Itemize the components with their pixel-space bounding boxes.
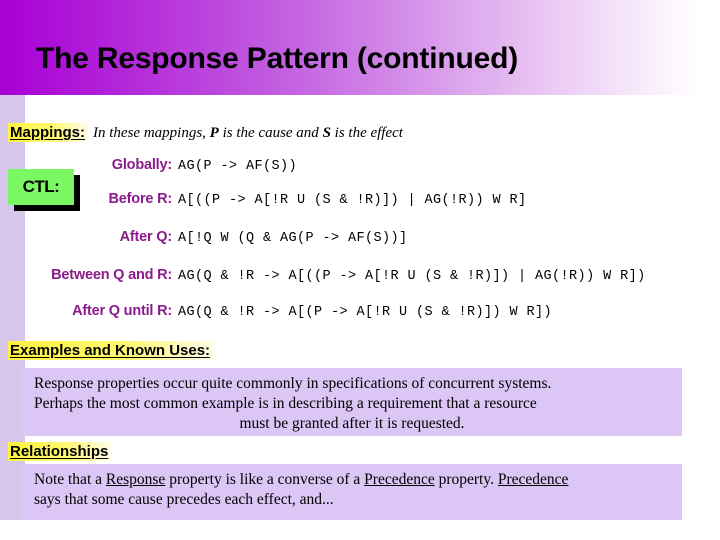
- mapping-row-after-q-until-r: After Q until R: AG(Q & !R -> A[(P -> A[…: [0, 303, 720, 327]
- precedence-link-2[interactable]: Precedence: [498, 471, 569, 488]
- precedence-link-1[interactable]: Precedence: [364, 471, 435, 488]
- response-link[interactable]: Response: [106, 471, 165, 488]
- mapping-label: Before R:: [108, 191, 173, 207]
- mappings-note: In these mappings, P is the cause and S …: [93, 125, 403, 141]
- examples-body-box: Response properties occur quite commonly…: [22, 368, 682, 436]
- mapping-row-before-r: Before R: A[((P -> A[!R U (S & !R)]) | A…: [0, 191, 720, 215]
- mapping-formula: A[!Q W (Q & AG(P -> AF(S))]: [178, 231, 408, 246]
- mapping-formula: AG(Q & !R -> A[((P -> A[!R U (S & !R)]) …: [178, 269, 646, 284]
- slide-canvas: The Response Pattern (continued) Mapping…: [0, 0, 720, 540]
- examples-line: Response properties occur quite commonly…: [34, 375, 552, 392]
- mappings-note-prefix: In these mappings,: [93, 125, 210, 141]
- relationships-text-b: property is like a converse of a: [165, 471, 365, 488]
- examples-line: Perhaps the most common example is in de…: [34, 395, 537, 412]
- mapping-formula: AG(P -> AF(S)): [178, 159, 298, 174]
- mapping-label: After Q:: [119, 229, 173, 245]
- mappings-note-middle: is the cause and: [218, 125, 323, 141]
- mappings-note-suffix: is the effect: [330, 125, 403, 141]
- effect-symbol: S: [322, 125, 331, 141]
- relationships-heading: Relationships: [8, 442, 112, 461]
- relationships-body-box: Note that a Response property is like a …: [22, 464, 682, 520]
- mapping-formula: A[((P -> A[!R U (S & !R)]) | AG(!R)) W R…: [178, 193, 527, 208]
- examples-heading-label: Examples and Known Uses:: [8, 341, 214, 360]
- mapping-row-between-q-and-r: Between Q and R: AG(Q & !R -> A[((P -> A…: [0, 267, 720, 291]
- relationships-text-a: Note that a: [34, 471, 106, 488]
- mapping-label: Between Q and R:: [51, 267, 172, 283]
- mapping-row-after-q: After Q: A[!Q W (Q & AG(P -> AF(S))]: [0, 229, 720, 253]
- mappings-line: Mappings: In these mappings, P is the cau…: [8, 123, 403, 145]
- relationships-heading-label: Relationships: [8, 442, 112, 461]
- mapping-label: Globally:: [111, 157, 172, 173]
- slide-title: The Response Pattern (continued): [36, 42, 518, 75]
- examples-line: must be granted after it is requested.: [239, 415, 465, 432]
- examples-heading: Examples and Known Uses:: [8, 341, 214, 360]
- relationships-line: says that some cause precedes each effec…: [34, 491, 334, 508]
- cause-symbol: P: [209, 125, 219, 141]
- relationships-text-c: property.: [434, 471, 498, 488]
- mapping-label: After Q until R:: [72, 303, 172, 319]
- mapping-formula: AG(Q & !R -> A[(P -> A[!R U (S & !R)]) W…: [178, 305, 553, 320]
- mappings-label: Mappings:: [8, 123, 88, 142]
- mapping-row-globally: Globally: AG(P -> AF(S)): [0, 157, 720, 181]
- relationships-line: Note that a Response property is like a …: [34, 470, 670, 490]
